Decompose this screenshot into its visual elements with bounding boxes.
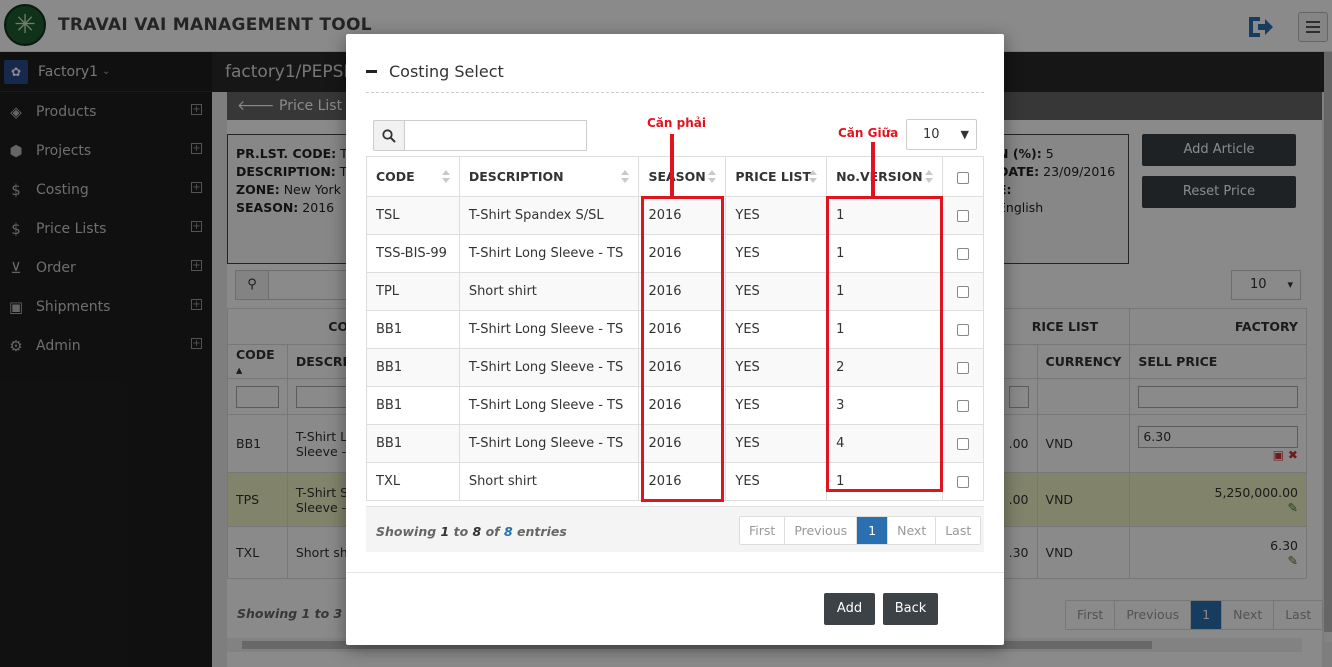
column-header-code[interactable]: CODE	[366, 156, 460, 197]
cell-code: TXL	[366, 462, 460, 501]
add-button[interactable]: Add	[824, 593, 875, 625]
cell-price-list: YES	[725, 310, 828, 349]
cell-code: TSL	[366, 196, 460, 235]
sort-icon	[707, 170, 717, 184]
sort-icon	[620, 170, 630, 184]
table-footer: Showing 1 to 8 of 8 entries First Previo…	[366, 506, 984, 552]
row-checkbox-cell[interactable]	[942, 386, 984, 425]
column-header-season[interactable]: SEASON	[638, 156, 727, 197]
cell-code: BB1	[366, 386, 460, 425]
row-checkbox-cell[interactable]	[942, 310, 984, 349]
select-all-checkbox[interactable]	[957, 171, 970, 184]
page-length-value: 10	[923, 127, 940, 142]
back-button[interactable]: Back	[883, 593, 938, 625]
cell-code: BB1	[366, 424, 460, 463]
sort-icon	[808, 170, 818, 184]
pagination: First Previous 1 Next Last	[739, 516, 982, 545]
caret-down-icon: ▼	[960, 128, 969, 141]
row-checkbox[interactable]	[957, 475, 970, 488]
row-checkbox-cell[interactable]	[942, 462, 984, 501]
cell-description: T-Shirt Long Sleeve - TS	[458, 234, 640, 273]
cell-price-list: YES	[725, 272, 828, 311]
row-checkbox[interactable]	[957, 361, 970, 374]
pager-page[interactable]: 1	[857, 517, 889, 544]
row-checkbox-cell[interactable]	[942, 272, 984, 311]
sort-icon	[441, 170, 451, 184]
divider	[346, 572, 1004, 573]
cell-price-list: YES	[725, 348, 828, 387]
row-checkbox[interactable]	[957, 285, 970, 298]
table-info: Showing 1 to 8 of 8 entries	[376, 524, 567, 539]
pager-next[interactable]: Next	[888, 517, 937, 544]
cell-code: BB1	[366, 310, 460, 349]
search-button[interactable]	[373, 120, 405, 151]
cell-description: Short shirt	[458, 272, 640, 311]
modal-title-text: Costing Select	[389, 62, 504, 81]
annotation-center-align: Căn Giữa	[838, 126, 899, 140]
cell-description: T-Shirt Long Sleeve - TS	[458, 386, 640, 425]
annotation-box-season	[641, 196, 724, 502]
column-header-description[interactable]: DESCRIPTION	[458, 156, 640, 197]
page-length-select[interactable]: 10 ▼	[906, 119, 977, 150]
cell-price-list: YES	[725, 462, 828, 501]
cell-price-list: YES	[725, 424, 828, 463]
modal-title: Costing Select	[366, 62, 504, 81]
cell-price-list: YES	[725, 386, 828, 425]
row-checkbox[interactable]	[957, 437, 970, 450]
cell-price-list: YES	[725, 234, 828, 273]
cell-code: BB1	[366, 348, 460, 387]
search-icon	[382, 128, 396, 143]
sort-icon	[924, 170, 934, 184]
minus-icon[interactable]	[366, 70, 377, 73]
annotation-box-version	[826, 196, 943, 492]
row-checkbox[interactable]	[957, 209, 970, 222]
row-checkbox-cell[interactable]	[942, 196, 984, 235]
cell-description: T-Shirt Long Sleeve - TS	[458, 348, 640, 387]
column-header-version[interactable]: No.VERSION	[826, 156, 944, 197]
pager-last[interactable]: Last	[936, 517, 980, 544]
cell-description: T-Shirt Spandex S/SL	[458, 196, 640, 235]
cell-description: T-Shirt Long Sleeve - TS	[458, 424, 640, 463]
annotation-line	[670, 134, 674, 196]
cell-code: TSS-BIS-99	[366, 234, 460, 273]
row-checkbox-cell[interactable]	[942, 234, 984, 273]
row-checkbox-cell[interactable]	[942, 348, 984, 387]
annotation-line	[871, 142, 875, 196]
pager-first[interactable]: First	[740, 517, 786, 544]
cell-code: TPL	[366, 272, 460, 311]
select-all-checkbox-cell[interactable]	[942, 156, 984, 197]
search-input[interactable]	[405, 120, 587, 151]
row-checkbox[interactable]	[957, 247, 970, 260]
row-checkbox[interactable]	[957, 323, 970, 336]
cell-price-list: YES	[725, 196, 828, 235]
cell-description: T-Shirt Long Sleeve - TS	[458, 310, 640, 349]
column-header-price-list[interactable]: PRICE LIST	[725, 156, 828, 197]
costing-select-modal: Costing Select 10 ▼ CODE DESCRIPTION SEA…	[346, 34, 1004, 645]
divider	[366, 92, 984, 93]
cell-description: Short shirt	[458, 462, 640, 501]
annotation-right-align: Căn phải	[647, 116, 706, 130]
pager-previous[interactable]: Previous	[785, 517, 858, 544]
row-checkbox[interactable]	[957, 399, 970, 412]
row-checkbox-cell[interactable]	[942, 424, 984, 463]
